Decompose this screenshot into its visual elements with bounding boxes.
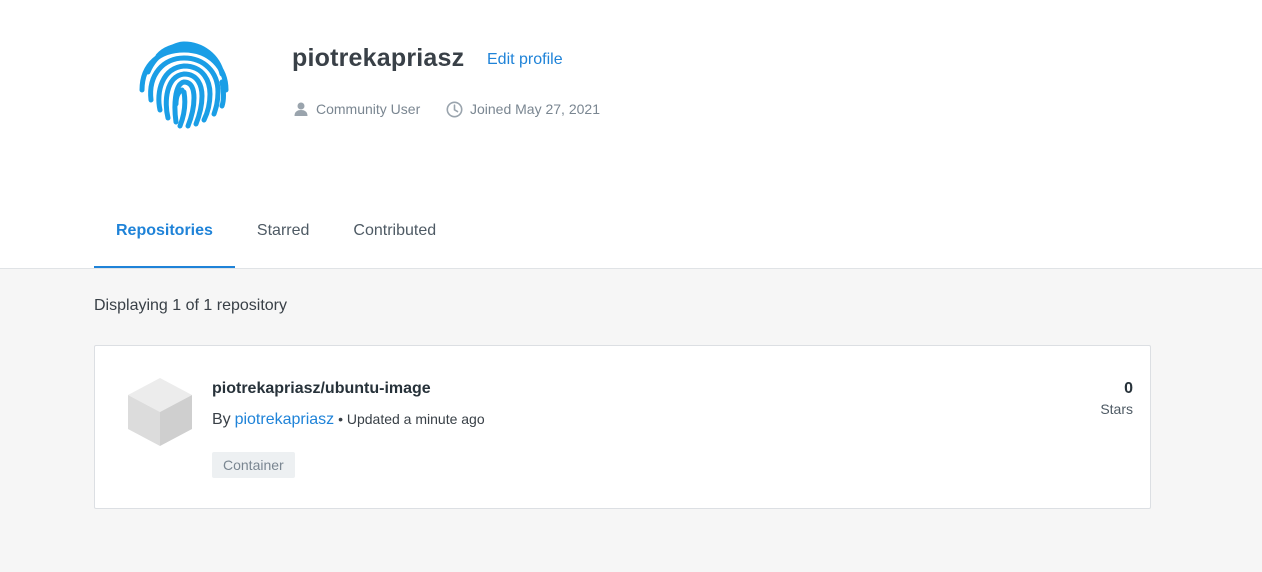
profile-header: piotrekapriasz Edit profile Community Us… [0, 0, 1262, 269]
avatar [134, 34, 234, 134]
tab-contributed[interactable]: Contributed [331, 196, 458, 268]
person-icon [294, 102, 308, 116]
repository-name[interactable]: piotrekapriasz/ubuntu-image [212, 380, 431, 398]
profile-role: Community User [293, 99, 420, 119]
profile-username: piotrekapriasz [292, 44, 465, 72]
repository-owner-link[interactable]: piotrekapriasz [235, 411, 335, 428]
by-label: By [212, 411, 231, 428]
fingerprint-icon [139, 41, 229, 129]
profile-joined-label: Joined May 27, 2021 [470, 101, 600, 117]
tab-starred[interactable]: Starred [235, 196, 331, 268]
repository-byline: By piotrekapriasz • Updated a minute ago [212, 411, 485, 429]
cube-icon [128, 378, 192, 446]
profile-joined: Joined May 27, 2021 [446, 99, 600, 119]
repository-updated: • Updated a minute ago [338, 411, 485, 427]
tab-repositories[interactable]: Repositories [94, 196, 235, 268]
profile-tabs: Repositories Starred Contributed [94, 196, 458, 268]
profile-role-label: Community User [316, 101, 421, 117]
repository-type-badge: Container [212, 452, 295, 478]
edit-profile-link[interactable]: Edit profile [487, 51, 563, 69]
stars-label: Stars [1100, 401, 1133, 417]
repository-card[interactable]: piotrekapriasz/ubuntu-image By piotrekap… [94, 345, 1151, 509]
results-summary: Displaying 1 of 1 repository [94, 297, 287, 314]
clock-icon [446, 101, 463, 117]
stars-count: 0 [1124, 380, 1133, 397]
